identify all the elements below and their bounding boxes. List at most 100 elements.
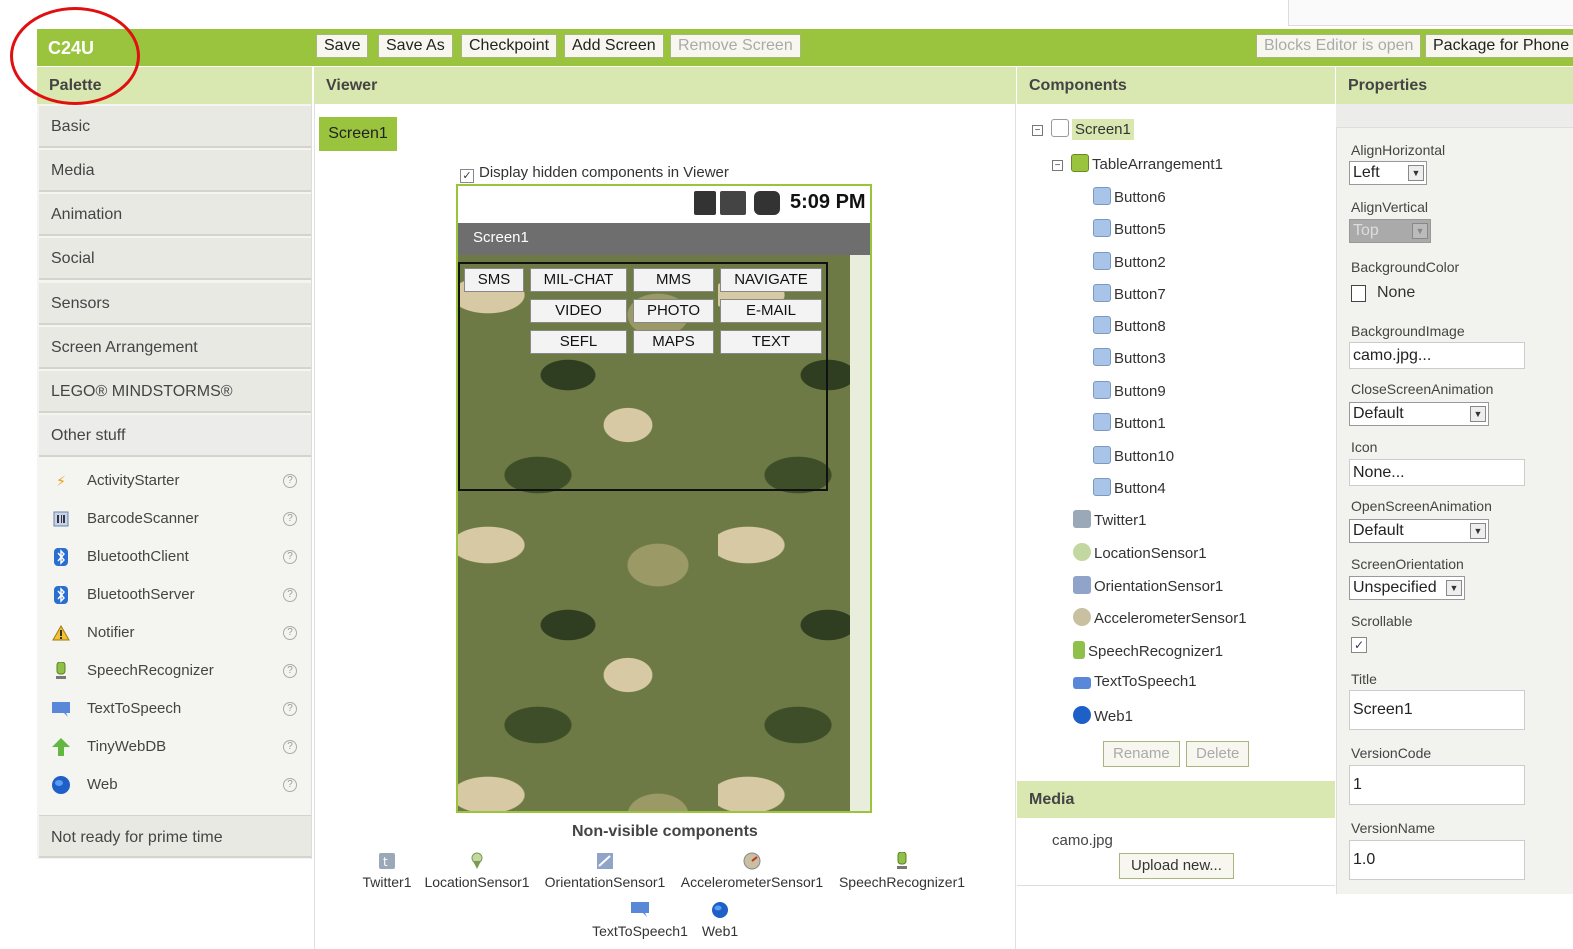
background-image-field[interactable]: camo.jpg... (1349, 342, 1525, 369)
nonvisible-web[interactable]: Web1 (698, 901, 742, 939)
palette-item-barcodescanner[interactable]: BarcodeScanner ? (40, 500, 310, 538)
screen-orientation-select[interactable]: Unspecified ▼ (1349, 576, 1465, 600)
screen-tab[interactable]: Screen1 (319, 117, 397, 151)
tree-screen1[interactable]: − Screen1 (1032, 119, 1134, 140)
open-screen-animation-select[interactable]: Default ▼ (1349, 519, 1489, 543)
palette-item-activitystarter[interactable]: ⚡ ActivityStarter ? (40, 462, 310, 500)
help-icon[interactable]: ? (283, 778, 297, 792)
photo-button[interactable]: PHOTO (633, 299, 714, 323)
palette-category-lego[interactable]: LEGO® MINDSTORMS® (39, 371, 311, 413)
mil-chat-button[interactable]: MIL-CHAT (530, 268, 627, 292)
align-vertical-select[interactable]: Top ▼ (1349, 219, 1431, 243)
tree-label: Button3 (1114, 350, 1166, 367)
maps-button[interactable]: MAPS (633, 330, 714, 354)
navigate-button[interactable]: NAVIGATE (720, 268, 822, 292)
package-for-phone-button[interactable]: Package for Phone (1425, 34, 1573, 58)
palette-item-speechrecognizer[interactable]: SpeechRecognizer ? (40, 652, 310, 690)
help-icon[interactable]: ? (283, 664, 297, 678)
tree-button2[interactable]: Button2 (1093, 252, 1166, 271)
rename-button[interactable]: Rename (1103, 741, 1180, 767)
tree-button6[interactable]: Button6 (1093, 187, 1166, 206)
upload-new-button[interactable]: Upload new... (1119, 853, 1234, 879)
tree-button5[interactable]: Button5 (1093, 219, 1166, 238)
background-image-label: BackgroundImage (1351, 323, 1465, 339)
nonvisible-speechrecognizer[interactable]: SpeechRecognizer1 (834, 851, 970, 890)
checkpoint-button[interactable]: Checkpoint (461, 34, 558, 58)
video-button[interactable]: VIDEO (530, 299, 627, 323)
tree-button4[interactable]: Button4 (1093, 478, 1166, 497)
palette-category-not-ready[interactable]: Not ready for prime time (39, 815, 311, 858)
tree-button10[interactable]: Button10 (1093, 446, 1174, 465)
color-swatch[interactable] (1351, 285, 1366, 302)
icon-field[interactable]: None... (1349, 459, 1525, 486)
palette-category-social[interactable]: Social (39, 238, 311, 280)
add-screen-button[interactable]: Add Screen (564, 34, 664, 58)
help-icon[interactable]: ? (283, 702, 297, 716)
palette-item-texttospeech[interactable]: TextToSpeech ? (40, 690, 310, 728)
palette-item-bluetoothserver[interactable]: BluetoothServer ? (40, 576, 310, 614)
tree-web1[interactable]: Web1 (1073, 706, 1133, 725)
save-as-button[interactable]: Save As (378, 34, 453, 58)
help-icon[interactable]: ? (283, 588, 297, 602)
help-icon[interactable]: ? (283, 474, 297, 488)
palette-category-media[interactable]: Media (39, 150, 311, 192)
help-icon[interactable]: ? (283, 550, 297, 564)
tree-button1[interactable]: Button1 (1093, 413, 1166, 432)
text-button[interactable]: TEXT (720, 330, 822, 354)
help-icon[interactable]: ? (283, 740, 297, 754)
tree-button7[interactable]: Button7 (1093, 284, 1166, 303)
tree-label: TextToSpeech1 (1094, 673, 1197, 690)
background-color-value[interactable]: None (1377, 284, 1415, 302)
tree-orientationsensor1[interactable]: OrientationSensor1 (1073, 576, 1223, 595)
media-file[interactable]: camo.jpg (1052, 832, 1113, 849)
remove-screen-button[interactable]: Remove Screen (670, 34, 801, 58)
mms-button[interactable]: MMS (633, 268, 714, 292)
tree-button9[interactable]: Button9 (1093, 381, 1166, 400)
nonvisible-accelerometersensor[interactable]: AccelerometerSensor1 (675, 852, 829, 890)
nonvisible-twitter[interactable]: t Twitter1 (358, 852, 416, 890)
save-button[interactable]: Save (316, 34, 369, 58)
tree-accelerometersensor1[interactable]: AccelerometerSensor1 (1073, 608, 1247, 627)
tree-tablearrangement1[interactable]: − TableArrangement1 (1052, 154, 1223, 173)
button-icon (1093, 413, 1111, 431)
collapse-icon[interactable]: − (1052, 160, 1063, 171)
palette-category-other-stuff[interactable]: Other stuff (39, 415, 311, 457)
palette-item-notifier[interactable]: Notifier ? (40, 614, 310, 652)
version-name-field[interactable]: 1.0 (1349, 840, 1525, 880)
nonvisible-texttospeech[interactable]: TextToSpeech1 (586, 901, 694, 939)
tree-texttospeech1[interactable]: TextToSpeech1 (1073, 673, 1197, 690)
nonvisible-locationsensor[interactable]: LocationSensor1 (420, 852, 534, 890)
delete-button[interactable]: Delete (1186, 741, 1250, 767)
display-hidden-checkbox[interactable]: ✓ (460, 169, 474, 183)
tree-label: OrientationSensor1 (1094, 578, 1224, 595)
palette-item-web[interactable]: Web ? (40, 766, 310, 804)
palette-category-screen-arrangement[interactable]: Screen Arrangement (39, 327, 311, 369)
tree-button8[interactable]: Button8 (1093, 316, 1166, 335)
display-hidden-option[interactable]: ✓ Display hidden components in Viewer (460, 164, 729, 183)
button-icon (1093, 284, 1111, 302)
nonvisible-orientationsensor[interactable]: OrientationSensor1 (540, 852, 670, 890)
help-icon[interactable]: ? (283, 626, 297, 640)
palette-item-bluetoothclient[interactable]: BluetoothClient ? (40, 538, 310, 576)
palette-category-sensors[interactable]: Sensors (39, 283, 311, 325)
scrollable-checkbox[interactable]: ✓ (1351, 637, 1367, 653)
blocks-editor-button[interactable]: Blocks Editor is open (1256, 34, 1422, 58)
tree-button3[interactable]: Button3 (1093, 348, 1166, 367)
align-horizontal-select[interactable]: Left ▼ (1349, 161, 1427, 185)
select-value: Left (1353, 164, 1380, 181)
palette-category-animation[interactable]: Animation (39, 194, 311, 236)
palette-category-basic[interactable]: Basic (39, 106, 311, 148)
tree-speechrecognizer1[interactable]: SpeechRecognizer1 (1073, 641, 1223, 660)
close-screen-animation-select[interactable]: Default ▼ (1349, 402, 1489, 426)
sms-button[interactable]: SMS (464, 268, 524, 292)
tree-twitter1[interactable]: Twitter1 (1073, 510, 1147, 529)
collapse-icon[interactable]: − (1032, 125, 1043, 136)
email-button[interactable]: E-MAIL (720, 299, 822, 323)
table-arrangement[interactable] (458, 262, 828, 491)
title-field[interactable]: Screen1 (1349, 690, 1525, 730)
help-icon[interactable]: ? (283, 512, 297, 526)
sefl-button[interactable]: SEFL (530, 330, 627, 354)
palette-item-tinywebdb[interactable]: TinyWebDB ? (40, 728, 310, 766)
tree-locationsensor1[interactable]: LocationSensor1 (1073, 543, 1207, 562)
version-code-field[interactable]: 1 (1349, 765, 1525, 805)
